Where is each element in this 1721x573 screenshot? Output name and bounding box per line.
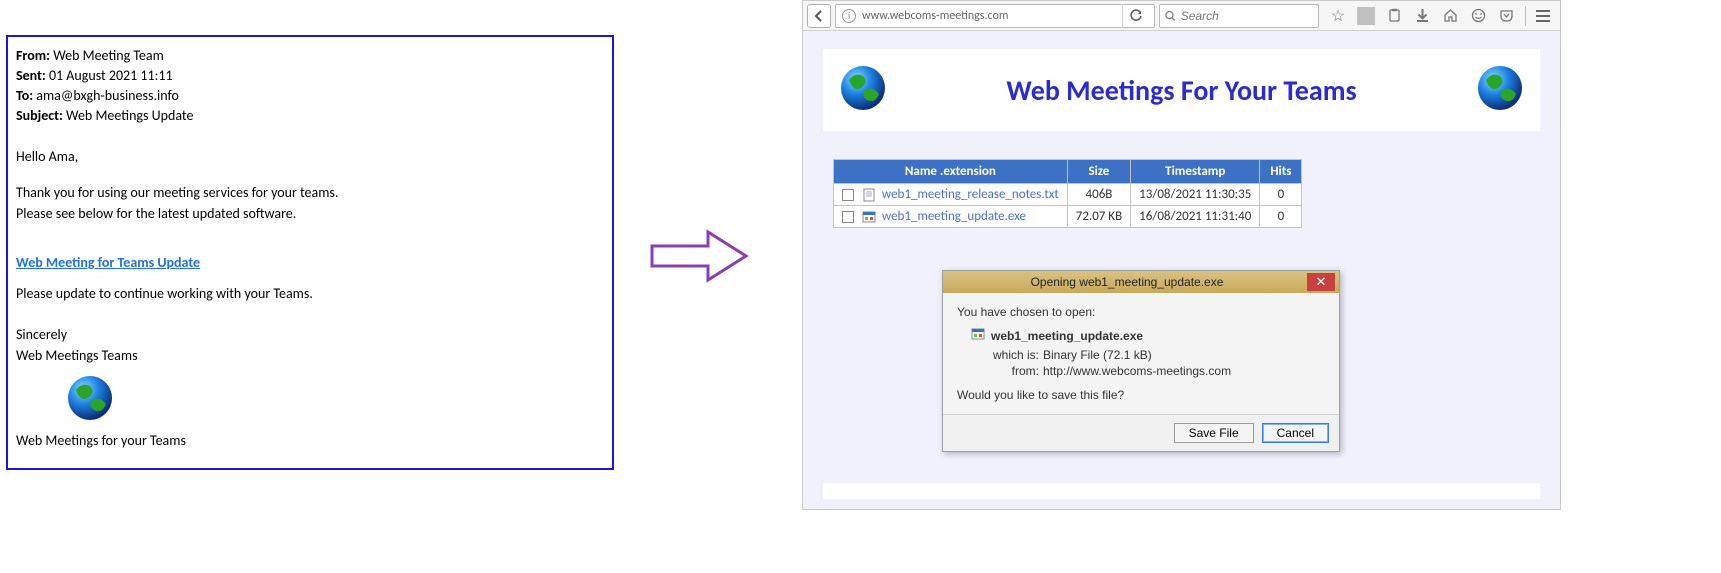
dialog-prompt: You have chosen to open: — [957, 305, 1325, 319]
download-dialog: Opening web1_meeting_update.exe ✕ You ha… — [942, 270, 1340, 452]
dialog-whichis-label: which is: — [989, 348, 1039, 362]
email-panel: From: Web Meeting Team Sent: 01 August 2… — [6, 35, 614, 470]
home-icon[interactable] — [1441, 7, 1459, 25]
from-value: Web Meeting Team — [53, 47, 164, 64]
clipboard-icon[interactable] — [1385, 7, 1403, 25]
sent-value: 01 August 2021 11:11 — [49, 67, 173, 84]
dialog-titlebar: Opening web1_meeting_update.exe ✕ — [943, 271, 1339, 293]
subject-value: Web Meetings Update — [66, 107, 193, 124]
dialog-filename: web1_meeting_update.exe — [991, 329, 1143, 343]
file-timestamp: 16/08/2021 11:31:40 — [1131, 206, 1260, 228]
search-input[interactable] — [1181, 9, 1313, 23]
table-header-row: Name .extension Size Timestamp Hits — [834, 160, 1302, 184]
table-row: web1_meeting_update.exe 72.07 KB 16/08/2… — [834, 206, 1302, 228]
separator — [1357, 7, 1375, 25]
row-checkbox[interactable] — [842, 211, 854, 223]
toolbar-icons: ☆ — [1323, 7, 1521, 25]
menu-button[interactable] — [1530, 4, 1556, 28]
dialog-body: You have chosen to open: web1_meeting_up… — [943, 293, 1339, 414]
file-hits: 0 — [1260, 206, 1302, 228]
dialog-title: Opening web1_meeting_update.exe — [947, 275, 1307, 289]
file-link[interactable]: web1_meeting_release_notes.txt — [882, 187, 1059, 202]
file-size: 72.07 KB — [1067, 206, 1130, 228]
file-link[interactable]: web1_meeting_update.exe — [882, 209, 1026, 224]
file-timestamp: 13/08/2021 11:30:35 — [1131, 184, 1260, 206]
globe-icon — [839, 64, 887, 116]
phishing-link[interactable]: Web Meeting for Teams Update — [16, 254, 200, 273]
globe-icon — [66, 374, 604, 428]
info-icon[interactable]: i — [842, 9, 856, 23]
smiley-icon[interactable] — [1469, 7, 1487, 25]
url-bar[interactable]: i www.webcoms-meetings.com — [835, 4, 1155, 28]
globe-icon — [1476, 64, 1524, 116]
save-file-button[interactable]: Save File — [1174, 423, 1254, 443]
file-hits: 0 — [1260, 184, 1302, 206]
col-name: Name .extension — [834, 160, 1068, 184]
reload-button[interactable] — [1122, 4, 1148, 28]
email-body: Hello Ama, Thank you for using our meeti… — [16, 148, 604, 451]
file-exe-icon — [971, 327, 985, 344]
arrow-icon — [648, 228, 750, 284]
file-txt-icon — [862, 188, 876, 202]
email-sign-1: Sincerely — [16, 326, 604, 345]
email-greeting: Hello Ama, — [16, 148, 604, 167]
file-table: Name .extension Size Timestamp Hits web1… — [833, 159, 1302, 228]
col-hits: Hits — [1260, 160, 1302, 184]
page-banner: Web Meetings For Your Teams — [823, 49, 1540, 131]
dialog-question: Would you like to save this file? — [957, 388, 1325, 402]
pocket-icon[interactable] — [1497, 7, 1515, 25]
cancel-button[interactable]: Cancel — [1262, 423, 1329, 443]
row-checkbox[interactable] — [842, 189, 854, 201]
from-label: From: — [16, 47, 50, 64]
email-body-line-2: Please see below for the latest updated … — [16, 205, 604, 224]
dialog-actions: Save File Cancel — [943, 414, 1339, 451]
browser-toolbar: i www.webcoms-meetings.com ☆ — [803, 1, 1560, 31]
subject-label: Subject: — [16, 107, 63, 124]
col-timestamp: Timestamp — [1131, 160, 1260, 184]
col-size: Size — [1067, 160, 1130, 184]
email-sign-2: Web Meetings Teams — [16, 347, 604, 366]
search-icon — [1165, 10, 1176, 22]
to-label: To: — [16, 87, 33, 104]
email-header: From: Web Meeting Team Sent: 01 August 2… — [16, 47, 604, 126]
email-body-line-1: Thank you for using our meeting services… — [16, 184, 604, 203]
download-icon[interactable] — [1413, 7, 1431, 25]
file-size: 406B — [1067, 184, 1130, 206]
separator — [1525, 6, 1526, 26]
email-body-line-3: Please update to continue working with y… — [16, 285, 604, 304]
search-bar[interactable] — [1159, 4, 1319, 28]
back-button[interactable] — [807, 4, 831, 28]
page-title: Web Meetings For Your Teams — [899, 73, 1464, 108]
table-row: web1_meeting_release_notes.txt 406B 13/0… — [834, 184, 1302, 206]
email-footer: Web Meetings for your Teams — [16, 432, 604, 451]
close-button[interactable]: ✕ — [1307, 273, 1335, 291]
file-exe-icon — [862, 210, 876, 224]
dialog-filename-row: web1_meeting_update.exe — [971, 327, 1325, 344]
page-footer-bar — [823, 483, 1540, 499]
dialog-from-value: http://www.webcoms-meetings.com — [1043, 364, 1231, 378]
to-value: ama@bxgh-business.info — [36, 87, 179, 104]
dialog-whichis-value: Binary File (72.1 kB) — [1043, 348, 1152, 362]
star-icon[interactable]: ☆ — [1329, 7, 1347, 25]
url-text: www.webcoms-meetings.com — [862, 9, 1008, 23]
dialog-from-label: from: — [989, 364, 1039, 378]
sent-label: Sent: — [16, 67, 46, 84]
